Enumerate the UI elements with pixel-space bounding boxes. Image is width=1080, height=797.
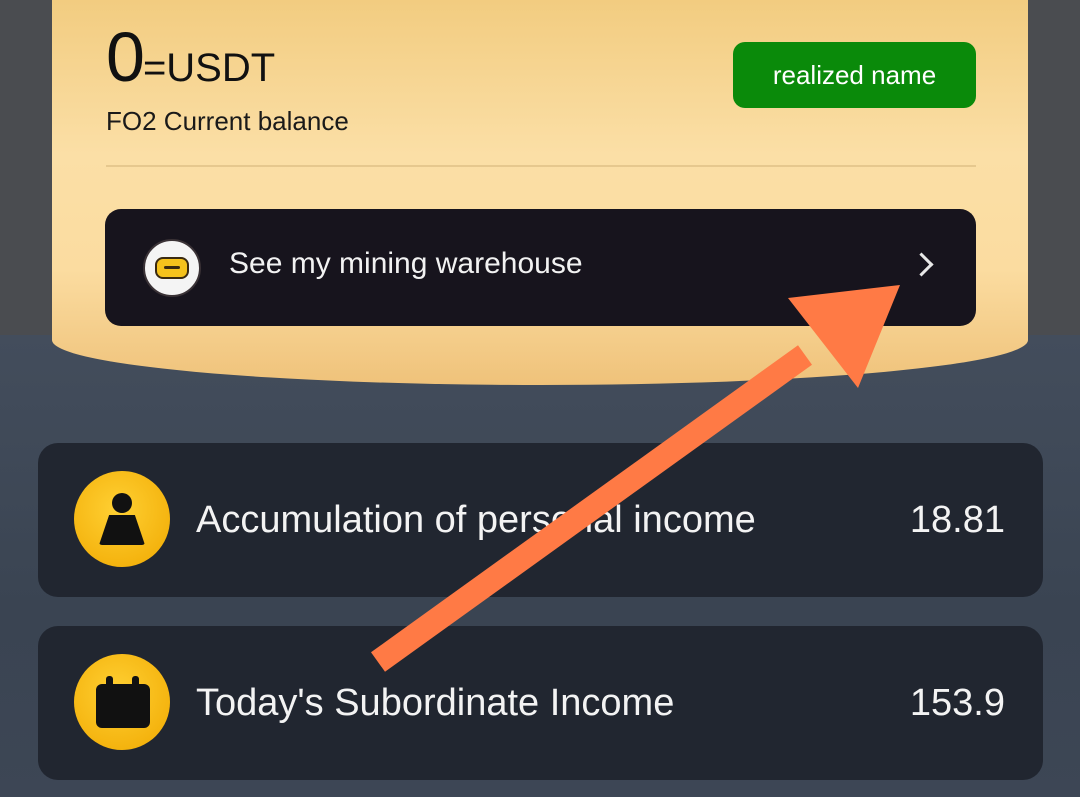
balance-amount: 0=USDT bbox=[106, 22, 275, 92]
income-row-personal[interactable]: Accumulation of personal income 18.81 bbox=[38, 443, 1043, 597]
chevron-right-icon bbox=[909, 252, 934, 277]
mining-warehouse-label: See my mining warehouse bbox=[229, 247, 583, 280]
income-row-subordinate[interactable]: Today's Subordinate Income 153.9 bbox=[38, 626, 1043, 780]
income-value: 153.9 bbox=[909, 682, 1005, 724]
robot-icon bbox=[143, 239, 201, 297]
calendar-icon bbox=[74, 654, 170, 750]
background-right bbox=[1028, 0, 1080, 345]
realized-name-button[interactable]: realized name bbox=[733, 42, 976, 108]
background-left bbox=[0, 0, 52, 345]
divider bbox=[106, 165, 976, 167]
income-label: Accumulation of personal income bbox=[196, 499, 756, 541]
balance-label: FO2 Current balance bbox=[106, 106, 349, 136]
income-value: 18.81 bbox=[909, 499, 1005, 541]
mining-warehouse-button[interactable]: See my mining warehouse bbox=[105, 209, 976, 326]
balance-value: 0 bbox=[106, 18, 145, 96]
person-icon bbox=[74, 471, 170, 567]
income-label: Today's Subordinate Income bbox=[196, 682, 675, 724]
balance-unit: =USDT bbox=[142, 46, 276, 90]
balance-card: 0=USDT FO2 Current balance realized name… bbox=[52, 0, 1028, 385]
